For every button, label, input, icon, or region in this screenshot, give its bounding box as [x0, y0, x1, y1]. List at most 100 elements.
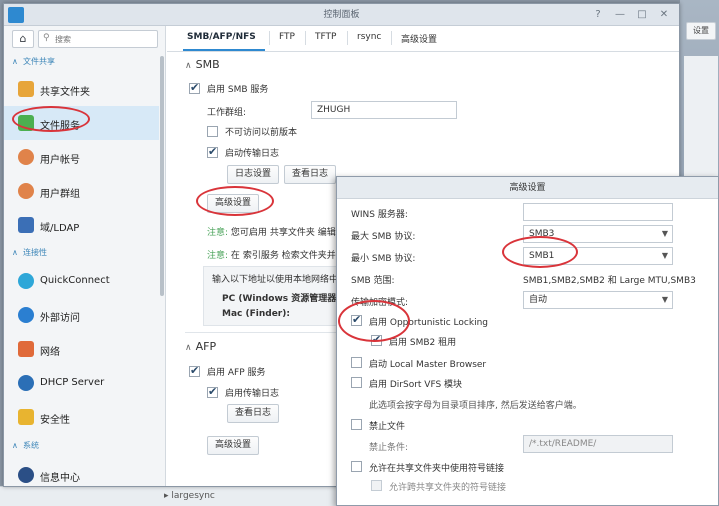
- tab-smb-afp-nfs[interactable]: SMB/AFP/NFS: [187, 32, 256, 42]
- sidebar-item-dhcp-server[interactable]: DHCP Server: [4, 366, 159, 400]
- dirsort-label: 启用 DirSort VFS 模块: [369, 380, 463, 390]
- tab-rsync[interactable]: rsync: [357, 32, 381, 42]
- sidebar-item-domain-ldap[interactable]: 域/LDAP: [4, 208, 159, 242]
- tab-separator: [269, 31, 270, 45]
- hide-prev-versions-checkbox[interactable]: [207, 126, 218, 137]
- chevron-down-icon: ▼: [661, 229, 668, 238]
- annotation-ring: [338, 300, 410, 342]
- note-indexing: 注意: 在 索引服务 检索文件夹并解: [207, 248, 345, 261]
- active-tab-indicator: [183, 49, 265, 51]
- local-master-browser-checkbox[interactable]: [351, 357, 362, 368]
- window-title: 控制面板: [323, 10, 360, 20]
- background-bottom-item[interactable]: ▸ largesync: [164, 491, 215, 501]
- sidebar-item-external-access[interactable]: 外部访问: [4, 298, 159, 332]
- group-icon: [18, 183, 34, 199]
- symlink-checkbox[interactable]: [351, 461, 362, 472]
- sidebar-item-label: 信息中心: [40, 473, 80, 484]
- smb2-lease-label: 启用 SMB2 租用: [389, 338, 457, 348]
- smb-transfer-log-checkbox[interactable]: [207, 145, 218, 158]
- chevron-up-icon: ∧: [185, 61, 192, 71]
- symlink-cross-checkbox[interactable]: [371, 480, 382, 491]
- address-info-box: 输入以下地址以使用本地网络中的 PC (Windows 资源管理器): Mac …: [203, 266, 347, 326]
- search-icon: ⚲: [43, 33, 50, 43]
- tab-separator: [305, 31, 306, 45]
- minimize-icon[interactable]: —: [612, 7, 628, 23]
- workgroup-input[interactable]: ZHUGH: [311, 101, 457, 119]
- home-icon[interactable]: ⌂: [12, 30, 34, 48]
- smb-section-title[interactable]: ∧ SMB: [185, 58, 220, 71]
- local-master-browser-label: 启动 Local Master Browser: [369, 360, 487, 370]
- sidebar-item-security[interactable]: 安全性: [4, 400, 159, 434]
- enable-afp-checkbox[interactable]: [189, 364, 200, 377]
- note-shared-folder: 注意: 您可启用 共享文件夹 编辑页: [207, 225, 345, 238]
- sidebar-item-shared-folder[interactable]: 共享文件夹: [4, 72, 159, 106]
- tab-advanced[interactable]: 高级设置: [401, 32, 437, 45]
- chevron-up-icon: ∧: [185, 343, 192, 353]
- sidebar-item-label: 用户群组: [40, 189, 80, 200]
- afp-advanced-settings-button[interactable]: 高级设置: [207, 436, 259, 455]
- veto-condition-label: 禁止条件:: [369, 443, 409, 453]
- afp-transfer-log-checkbox[interactable]: [207, 385, 218, 398]
- close-icon[interactable]: ✕: [656, 7, 672, 23]
- search-input[interactable]: [55, 33, 155, 45]
- section-system[interactable]: ∧ 系统: [12, 440, 39, 451]
- tab-ftp[interactable]: FTP: [279, 32, 295, 42]
- section-system-label: 系统: [22, 441, 39, 450]
- tab-separator: [347, 31, 348, 45]
- note-prefix: 注意:: [207, 228, 229, 238]
- afp-view-log-button[interactable]: 查看日志: [227, 404, 279, 423]
- tab-separator: [391, 31, 392, 45]
- indexing-service-link[interactable]: 索引服务: [243, 251, 279, 261]
- veto-condition-input[interactable]: /*.txt/README/: [523, 435, 673, 453]
- sidebar-item-quickconnect[interactable]: QuickConnect: [4, 264, 159, 298]
- symlink-cross-label: 允许跨共享文件夹的符号链接: [389, 483, 507, 493]
- help-icon[interactable]: ?: [590, 7, 606, 23]
- sidebar: ⌂ ⚲ ∧ 文件共享 共享文件夹 文件服务 用户帐号 用户群组 域/LDAP ∧…: [4, 26, 166, 486]
- transport-encryption-select[interactable]: 自动 ▼: [523, 291, 673, 309]
- note-text: 您可启用: [230, 228, 267, 238]
- dirsort-description: 此选项会按字母为目录项目排序, 然后发送给客户端。: [369, 401, 582, 411]
- title-bar: 控制面板 ? — □ ✕: [4, 4, 679, 26]
- sidebar-item-label: 网络: [40, 347, 60, 358]
- afp-section-title[interactable]: ∧ AFP: [185, 340, 216, 353]
- section-file-sharing[interactable]: ∧ 文件共享: [12, 56, 55, 67]
- maximize-icon[interactable]: □: [634, 7, 650, 23]
- sidebar-item-network[interactable]: 网络: [4, 332, 159, 366]
- shared-folder-link[interactable]: 共享文件夹: [270, 228, 315, 238]
- chevron-down-icon: ▼: [661, 251, 668, 260]
- log-settings-button[interactable]: 日志设置: [227, 165, 279, 184]
- pc-address-label: PC (Windows 资源管理器):: [222, 294, 345, 304]
- sidebar-scrollbar[interactable]: [160, 56, 164, 296]
- mac-address-label: Mac (Finder):: [222, 309, 290, 319]
- section-connectivity[interactable]: ∧ 连接性: [12, 247, 47, 258]
- enable-smb-label: 启用 SMB 服务: [207, 85, 269, 95]
- dirsort-checkbox[interactable]: [351, 377, 362, 388]
- search-box[interactable]: ⚲: [38, 30, 158, 48]
- sidebar-item-label: 共享文件夹: [40, 87, 90, 98]
- veto-files-checkbox[interactable]: [351, 419, 362, 430]
- smb-range-label: SMB 范围:: [351, 276, 395, 286]
- sidebar-item-label: DHCP Server: [40, 377, 105, 388]
- chevron-down-icon: ▼: [661, 295, 668, 304]
- afp-title-label: AFP: [195, 340, 217, 353]
- smb-title-label: SMB: [195, 58, 220, 71]
- tab-tftp[interactable]: TFTP: [315, 32, 336, 42]
- background-settings-button[interactable]: 设置: [686, 22, 716, 40]
- transport-encryption-value: 自动: [529, 295, 548, 305]
- sidebar-item-group[interactable]: 用户群组: [4, 174, 159, 208]
- dhcp-icon: [18, 375, 34, 391]
- tab-bar: SMB/AFP/NFS FTP TFTP rsync 高级设置: [167, 26, 679, 52]
- annotation-ring: [196, 186, 274, 216]
- enable-smb-checkbox[interactable]: [189, 81, 200, 94]
- address-info-text: 输入以下地址以使用本地网络中的: [212, 275, 348, 285]
- smb-range-value: SMB1,SMB2,SMB2 和 Large MTU,SMB3: [523, 276, 696, 286]
- wins-server-input[interactable]: [523, 203, 673, 221]
- background-bottom-item-label: largesync: [171, 491, 215, 501]
- user-icon: [18, 149, 34, 165]
- sidebar-item-info-center[interactable]: 信息中心: [4, 458, 159, 486]
- smb-view-log-button[interactable]: 查看日志: [284, 165, 336, 184]
- section-connectivity-label: 连接性: [22, 248, 47, 257]
- veto-files-label: 禁止文件: [369, 422, 406, 432]
- symlink-label: 允许在共享文件夹中使用符号链接: [369, 464, 505, 474]
- sidebar-item-user[interactable]: 用户帐号: [4, 140, 159, 174]
